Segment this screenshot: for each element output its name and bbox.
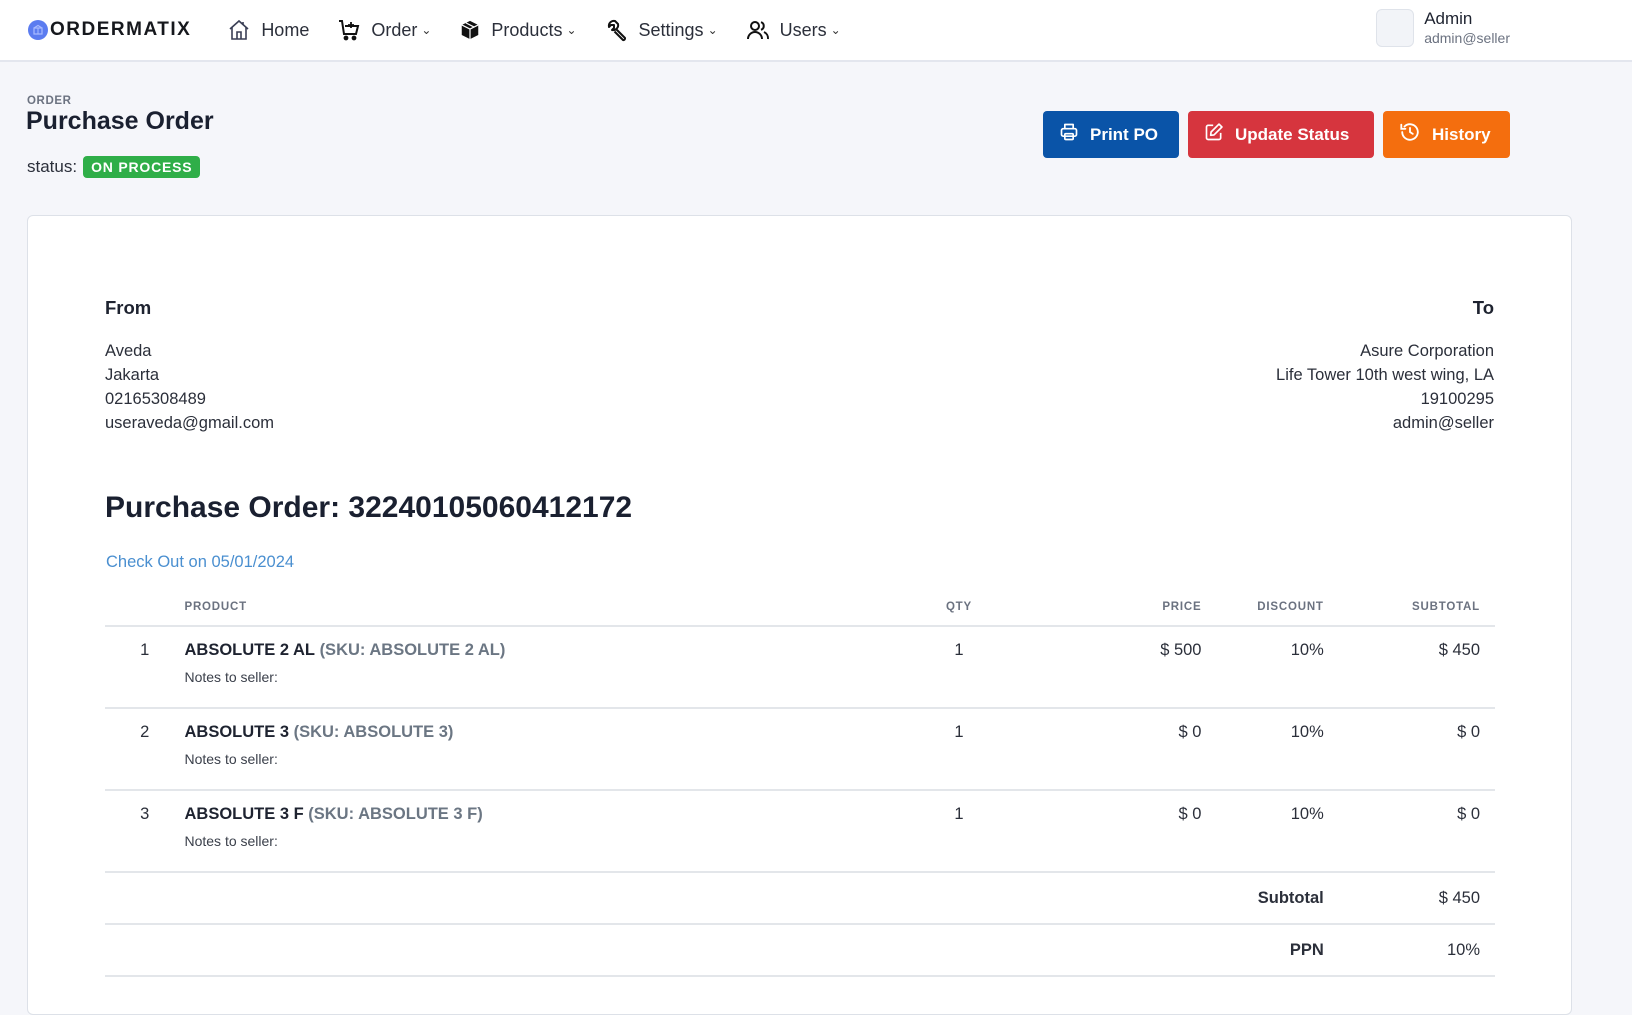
table-row: 2 ABSOLUTE 3 (SKU: ABSOLUTE 3) Notes to … xyxy=(105,708,1495,791)
status-label: status: xyxy=(27,157,78,176)
product-name: ABSOLUTE 3 F xyxy=(184,805,304,823)
checkout-date-link[interactable]: Check Out on 05/01/2024 xyxy=(106,553,294,572)
chevron-down-icon: ⌄ xyxy=(421,23,432,37)
brand[interactable]: ORDERMATIX xyxy=(28,19,191,41)
from-name: Aveda xyxy=(105,342,152,360)
update-status-button[interactable]: Update Status xyxy=(1188,111,1374,158)
page-title: Purchase Order xyxy=(26,107,214,135)
product-name: ABSOLUTE 3 xyxy=(184,723,289,741)
cart-icon xyxy=(337,18,361,42)
item-subtotal: $ 450 xyxy=(1323,626,1495,709)
history-icon xyxy=(1399,121,1421,148)
po-number-title: Purchase Order: 32240105060412172 xyxy=(105,491,633,524)
status-row: status: ON PROCESS xyxy=(27,156,201,178)
box-icon xyxy=(459,19,481,41)
nav-order-label: Order xyxy=(371,19,418,40)
row-number: 3 xyxy=(105,790,185,873)
to-phone: 19100295 xyxy=(1420,390,1494,408)
item-subtotal: $ 0 xyxy=(1323,708,1495,791)
print-po-button[interactable]: Print PO xyxy=(1043,111,1179,158)
product-name: ABSOLUTE 2 AL xyxy=(184,641,315,659)
edit-icon xyxy=(1204,122,1224,147)
nav-users[interactable]: Users ⌄ xyxy=(746,18,841,42)
notes-to-seller: Notes to seller: xyxy=(184,669,278,685)
nav-settings-label: Settings xyxy=(638,19,704,40)
top-navbar: ORDERMATIX Home Order ⌄ Products ⌄ Setti… xyxy=(0,0,1632,62)
status-badge: ON PROCESS xyxy=(83,156,201,178)
summary-value: 10% xyxy=(1323,924,1495,977)
avatar xyxy=(1376,9,1415,47)
col-product: PRODUCT xyxy=(184,601,919,627)
brand-logo-icon xyxy=(28,20,48,40)
nav-order[interactable]: Order ⌄ xyxy=(337,18,431,42)
table-header-row: PRODUCT QTY PRICE DISCOUNT SUBTOTAL xyxy=(105,601,1495,627)
history-label: History xyxy=(1432,124,1491,144)
notes-to-seller: Notes to seller: xyxy=(184,751,278,767)
item-price: $ 500 xyxy=(999,626,1202,709)
nav-home[interactable]: Home xyxy=(227,18,309,42)
update-status-label: Update Status xyxy=(1235,124,1350,144)
home-icon xyxy=(227,18,251,42)
page-header: ORDER Purchase Order status: ON PROCESS … xyxy=(0,62,1632,207)
summary-row-ppn: PPN 10% xyxy=(105,924,1495,977)
to-title: To xyxy=(1472,297,1494,318)
col-discount: DISCOUNT xyxy=(1201,601,1324,627)
col-subtotal: SUBTOTAL xyxy=(1323,601,1495,627)
printer-icon xyxy=(1059,122,1079,147)
item-qty: 1 xyxy=(918,790,1000,873)
item-qty: 1 xyxy=(918,708,1000,791)
nav-users-label: Users xyxy=(779,19,827,40)
to-email: admin@seller xyxy=(1392,414,1494,432)
item-discount: 10% xyxy=(1201,626,1324,709)
order-items-table: PRODUCT QTY PRICE DISCOUNT SUBTOTAL 1 AB… xyxy=(105,601,1495,977)
nav-products-label: Products xyxy=(491,19,563,40)
from-phone: 02165308489 xyxy=(105,390,206,408)
wrench-icon xyxy=(605,18,629,42)
nav-products[interactable]: Products ⌄ xyxy=(459,19,577,41)
user-menu[interactable]: Admin admin@seller xyxy=(1376,9,1510,47)
brand-name: ORDERMATIX xyxy=(50,19,192,40)
table-row: 1 ABSOLUTE 2 AL (SKU: ABSOLUTE 2 AL) Not… xyxy=(105,626,1495,709)
print-po-label: Print PO xyxy=(1090,124,1159,144)
from-title: From xyxy=(105,297,152,318)
item-discount: 10% xyxy=(1201,708,1324,791)
purchase-order-card: From Aveda Jakarta 02165308489 useraveda… xyxy=(27,215,1572,1015)
col-qty: QTY xyxy=(918,601,1000,627)
to-section: To Asure Corporation Life Tower 10th wes… xyxy=(1276,296,1494,435)
product-sku: (SKU: ABSOLUTE 3) xyxy=(293,723,454,741)
history-button[interactable]: History xyxy=(1383,111,1510,158)
item-qty: 1 xyxy=(918,626,1000,709)
item-discount: 10% xyxy=(1201,790,1324,873)
to-address: Life Tower 10th west wing, LA xyxy=(1276,366,1494,384)
users-icon xyxy=(746,18,770,42)
nav-home-label: Home xyxy=(261,19,310,40)
item-price: $ 0 xyxy=(999,790,1202,873)
chevron-down-icon: ⌄ xyxy=(707,23,718,37)
user-email: admin@seller xyxy=(1424,30,1510,46)
to-name: Asure Corporation xyxy=(1360,342,1494,360)
chevron-down-icon: ⌄ xyxy=(566,23,577,37)
item-price: $ 0 xyxy=(999,708,1202,791)
header-actions: Print PO Update Status History xyxy=(1043,111,1510,158)
table-row: 3 ABSOLUTE 3 F (SKU: ABSOLUTE 3 F) Notes… xyxy=(105,790,1495,873)
summary-row-subtotal: Subtotal $ 450 xyxy=(105,872,1495,925)
item-subtotal: $ 0 xyxy=(1323,790,1495,873)
chevron-down-icon: ⌄ xyxy=(830,23,841,37)
from-section: From Aveda Jakarta 02165308489 useraveda… xyxy=(105,296,274,435)
product-sku: (SKU: ABSOLUTE 2 AL) xyxy=(319,641,506,659)
from-city: Jakarta xyxy=(105,366,160,384)
user-name: Admin xyxy=(1424,9,1473,28)
summary-value: $ 450 xyxy=(1323,872,1495,925)
product-sku: (SKU: ABSOLUTE 3 F) xyxy=(308,805,483,823)
summary-label: PPN xyxy=(105,924,1324,977)
summary-label: Subtotal xyxy=(105,872,1324,925)
from-email: useraveda@gmail.com xyxy=(105,414,274,432)
page-eyebrow: ORDER xyxy=(27,95,72,107)
notes-to-seller: Notes to seller: xyxy=(184,833,278,849)
col-price: PRICE xyxy=(999,601,1202,627)
row-number: 2 xyxy=(105,708,185,791)
row-number: 1 xyxy=(105,626,185,709)
col-number xyxy=(105,601,185,627)
nav-settings[interactable]: Settings ⌄ xyxy=(605,18,718,42)
